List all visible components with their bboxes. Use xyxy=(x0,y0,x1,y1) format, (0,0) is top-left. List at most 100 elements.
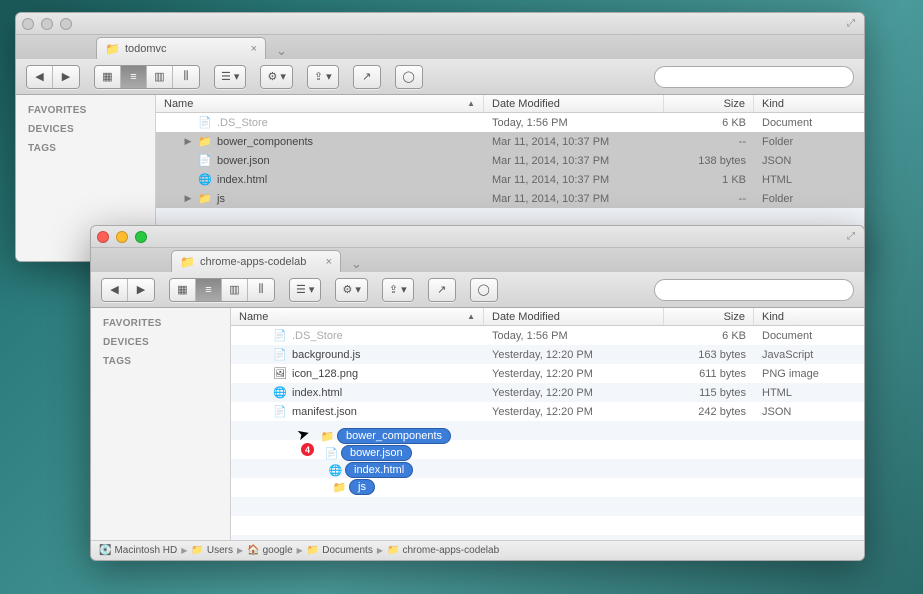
col-kind[interactable]: Kind xyxy=(754,95,864,112)
tags-button[interactable]: ◯ xyxy=(396,66,422,88)
col-date[interactable]: Date Modified xyxy=(484,308,664,325)
col-size[interactable]: Size xyxy=(664,95,754,112)
toolbar: ◀ ▶ ▦ ≡ ▥ ⫼ ☰ ▾ ⚙ ▾ ⇪ ▾ ↗ ◯ 🔍 xyxy=(91,272,864,308)
path-label: chrome-apps-codelab xyxy=(402,545,499,556)
arrange-button[interactable]: ☰ ▾ xyxy=(290,279,320,301)
zoom-icon[interactable] xyxy=(135,231,147,243)
close-tab-icon[interactable]: × xyxy=(251,43,257,55)
file-kind: PNG image xyxy=(754,368,864,380)
file-name: index.html xyxy=(217,174,267,186)
icon-view-button[interactable]: ▦ xyxy=(170,279,196,301)
finder-window-codelab: ⤢ 📁 chrome-apps-codelab × ⌄ ◀ ▶ ▦ ≡ ▥ ⫼ … xyxy=(90,225,865,561)
tags-button[interactable]: ◯ xyxy=(471,279,497,301)
fullscreen-icon[interactable]: ⤢ xyxy=(847,18,858,29)
list-view-button[interactable]: ≡ xyxy=(196,279,222,301)
minimize-icon[interactable] xyxy=(116,231,128,243)
file-name: manifest.json xyxy=(292,406,357,418)
tab-codelab[interactable]: 📁 chrome-apps-codelab × xyxy=(171,250,341,272)
back-button[interactable]: ◀ xyxy=(27,66,53,88)
close-tab-icon[interactable]: × xyxy=(326,256,332,268)
drag-count-badge: 4 xyxy=(300,442,315,457)
table-row[interactable]: ▶📁jsMar 11, 2014, 10:37 PM--Folder xyxy=(156,189,864,208)
share-button[interactable]: ↗ xyxy=(429,279,455,301)
tab-todomvc[interactable]: 📁 todomvc × xyxy=(96,37,266,59)
table-row[interactable]: 🌐index.htmlMar 11, 2014, 10:37 PM1 KBHTM… xyxy=(156,170,864,189)
folder-icon: 📁 xyxy=(198,192,212,206)
path-segment[interactable]: 🏠 google xyxy=(247,545,292,556)
forward-button[interactable]: ▶ xyxy=(128,279,154,301)
search-input[interactable] xyxy=(654,66,854,88)
column-view-button[interactable]: ▥ xyxy=(147,66,173,88)
back-button[interactable]: ◀ xyxy=(102,279,128,301)
file-date: Yesterday, 12:20 PM xyxy=(484,368,664,380)
coverflow-view-button[interactable]: ⫼ xyxy=(248,279,274,301)
path-label: google xyxy=(263,545,293,556)
search-field-wrap: 🔍 xyxy=(654,66,854,88)
file-name: bower_components xyxy=(217,136,313,148)
file-date: Mar 11, 2014, 10:37 PM xyxy=(484,155,664,167)
column-view-button[interactable]: ▥ xyxy=(222,279,248,301)
file-size: -- xyxy=(664,193,754,205)
col-date[interactable]: Date Modified xyxy=(484,95,664,112)
sidebar-tags[interactable]: TAGS xyxy=(91,352,230,371)
path-segment[interactable]: 💽Macintosh HD xyxy=(99,545,177,556)
table-row[interactable]: 🖼icon_128.pngYesterday, 12:20 PM611 byte… xyxy=(231,364,864,383)
file-size: 138 bytes xyxy=(664,155,754,167)
view-buttons: ▦ ≡ ▥ ⫼ xyxy=(169,278,275,302)
forward-button[interactable]: ▶ xyxy=(53,66,79,88)
fullscreen-icon[interactable]: ⤢ xyxy=(847,231,858,242)
col-name[interactable]: Name▲ xyxy=(231,308,484,325)
coverflow-view-button[interactable]: ⫼ xyxy=(173,66,199,88)
add-tab-icon[interactable]: ⌄ xyxy=(272,43,291,59)
file-kind: Document xyxy=(754,330,864,342)
file-name: index.html xyxy=(292,387,342,399)
col-kind[interactable]: Kind xyxy=(754,308,864,325)
minimize-icon[interactable] xyxy=(41,18,53,30)
titlebar[interactable]: ⤢ xyxy=(91,226,864,248)
file-size: 6 KB xyxy=(664,330,754,342)
action-button[interactable]: ⚙ ▾ xyxy=(336,279,366,301)
dropbox-button[interactable]: ⇪ ▾ xyxy=(383,279,413,301)
table-row[interactable]: 📄bower.jsonMar 11, 2014, 10:37 PM138 byt… xyxy=(156,151,864,170)
folder-icon: 📁 xyxy=(198,135,212,149)
table-row[interactable]: 📄.DS_StoreToday, 1:56 PM6 KBDocument xyxy=(231,326,864,345)
path-icon: 🏠 xyxy=(247,545,259,556)
sidebar-tags[interactable]: TAGS xyxy=(16,139,155,158)
col-size[interactable]: Size xyxy=(664,308,754,325)
disclosure-icon[interactable]: ▶ xyxy=(183,193,193,204)
sidebar-devices[interactable]: DEVICES xyxy=(91,333,230,352)
titlebar[interactable]: ⤢ xyxy=(16,13,864,35)
arrange-button[interactable]: ☰ ▾ xyxy=(215,66,245,88)
path-segment[interactable]: 📁Users xyxy=(191,545,233,556)
add-tab-icon[interactable]: ⌄ xyxy=(347,256,366,272)
document-icon: 📄 xyxy=(273,348,287,362)
icon-view-button[interactable]: ▦ xyxy=(95,66,121,88)
sidebar-devices[interactable]: DEVICES xyxy=(16,120,155,139)
sidebar: FAVORITES DEVICES TAGS xyxy=(91,308,231,540)
close-icon[interactable] xyxy=(97,231,109,243)
file-date: Yesterday, 12:20 PM xyxy=(484,387,664,399)
list-view-button[interactable]: ≡ xyxy=(121,66,147,88)
close-icon[interactable] xyxy=(22,18,34,30)
tab-strip: 📁 chrome-apps-codelab × ⌄ xyxy=(91,248,864,272)
path-segment[interactable]: 📁chrome-apps-codelab xyxy=(387,545,499,556)
file-date: Mar 11, 2014, 10:37 PM xyxy=(484,174,664,186)
file-date: Today, 1:56 PM xyxy=(484,117,664,129)
table-row[interactable]: 📄background.jsYesterday, 12:20 PM163 byt… xyxy=(231,345,864,364)
sidebar-favorites[interactable]: FAVORITES xyxy=(91,314,230,333)
dropbox-button[interactable]: ⇪ ▾ xyxy=(308,66,338,88)
rows: 📄.DS_StoreToday, 1:56 PM6 KBDocument📄bac… xyxy=(231,326,864,540)
share-button[interactable]: ↗ xyxy=(354,66,380,88)
col-name[interactable]: Name▲ xyxy=(156,95,484,112)
zoom-icon[interactable] xyxy=(60,18,72,30)
table-row[interactable]: 🌐index.htmlYesterday, 12:20 PM115 bytesH… xyxy=(231,383,864,402)
path-segment[interactable]: 📁Documents xyxy=(307,545,373,556)
sidebar-favorites[interactable]: FAVORITES xyxy=(16,101,155,120)
table-row[interactable]: ▶📁bower_componentsMar 11, 2014, 10:37 PM… xyxy=(156,132,864,151)
table-row[interactable]: 📄manifest.jsonYesterday, 12:20 PM242 byt… xyxy=(231,402,864,421)
empty-row xyxy=(231,516,864,535)
action-button[interactable]: ⚙ ▾ xyxy=(261,66,291,88)
disclosure-icon[interactable]: ▶ xyxy=(183,136,193,147)
table-row[interactable]: 📄.DS_StoreToday, 1:56 PM6 KBDocument xyxy=(156,113,864,132)
search-input[interactable] xyxy=(654,279,854,301)
